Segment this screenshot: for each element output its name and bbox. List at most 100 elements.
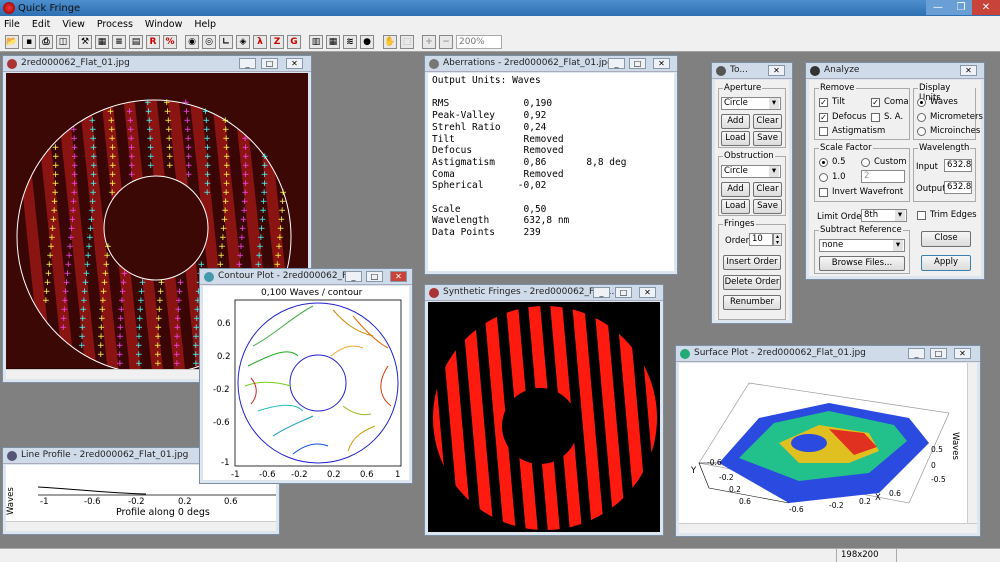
scale-10-radio[interactable] (819, 173, 828, 182)
analyze-panel[interactable]: Analyze ✕ Remove ✓ Tilt ✓ Coma ✓ Defocus… (805, 62, 985, 280)
menu-view[interactable]: View (62, 19, 85, 30)
minimize-icon[interactable]: _ (608, 58, 625, 69)
custom-radio[interactable] (861, 158, 870, 167)
defocus-checkbox[interactable]: ✓ (819, 113, 828, 122)
zoom-out-icon[interactable]: − (439, 35, 453, 49)
zoom-select[interactable]: 200% (456, 35, 502, 49)
g-icon[interactable]: G (287, 35, 301, 49)
wave-icon[interactable]: ≋ (343, 35, 357, 49)
insert-order-button[interactable]: Insert Order (723, 255, 781, 270)
fringe-point-marker: + (154, 359, 162, 369)
sphere-icon[interactable]: ● (360, 35, 374, 49)
coma-checkbox[interactable]: ✓ (871, 98, 880, 107)
input-wavelength-field[interactable]: 632.8 (944, 159, 972, 172)
lambda-icon[interactable]: λ (253, 35, 267, 49)
horizontal-scrollbar[interactable] (6, 521, 276, 531)
delete-order-button[interactable]: Delete Order (723, 275, 781, 290)
close-button[interactable]: Close (921, 231, 971, 247)
synthetic-fringes-window[interactable]: Synthetic Fringes - 2red000062_Flat... _… (424, 284, 664, 536)
browse-files-button[interactable]: Browse Files... (819, 256, 905, 271)
select-icon[interactable]: ⬚ (400, 35, 414, 49)
maximize-icon[interactable]: □ (615, 287, 632, 298)
close-icon[interactable]: ✕ (639, 287, 656, 298)
aberrations-window[interactable]: Aberrations - 2red000062_Flat_01.jpg _ □… (424, 55, 678, 275)
menu-process[interactable]: Process (97, 19, 133, 30)
maximize-icon[interactable]: □ (930, 348, 947, 359)
minimize-icon[interactable]: _ (239, 58, 256, 69)
close-icon[interactable]: ✕ (653, 58, 670, 69)
aperture-save-button[interactable]: Save (753, 131, 782, 146)
profile-icon[interactable]: ∟ (219, 35, 233, 49)
bars-icon[interactable]: ▦ (326, 35, 340, 49)
surface-plot-window[interactable]: Surface Plot - 2red000062_Flat_01.jpg _ … (675, 345, 981, 537)
contour-window[interactable]: Contour Plot - 2red000062_F... _ □ ✕ 0,1… (199, 268, 413, 484)
limit-order-select[interactable]: 8th (861, 209, 907, 222)
print-icon[interactable]: ⎙ (39, 35, 53, 49)
aperture-load-button[interactable]: Load (721, 131, 750, 146)
microinches-radio[interactable] (917, 127, 926, 136)
obstruction-save-button[interactable]: Save (753, 199, 782, 214)
obstruction-select[interactable]: Circle (721, 165, 781, 178)
analyze-icon[interactable]: ◉ (185, 35, 199, 49)
invert-wavefront-checkbox[interactable] (819, 188, 828, 197)
subtract-reference-select[interactable]: none (819, 239, 905, 252)
waves-radio[interactable] (917, 98, 926, 107)
renumber-button[interactable]: Renumber (723, 295, 781, 310)
open-icon[interactable]: 📂 (5, 35, 19, 49)
interferogram-icon[interactable]: ▥ (309, 35, 323, 49)
horizontal-scrollbar[interactable] (679, 523, 977, 533)
window-caption: 2red000062_Flat_01.jpg _ □ ✕ (3, 56, 311, 72)
scale-05-radio[interactable] (819, 158, 828, 167)
close-icon[interactable]: ✕ (972, 0, 1000, 15)
close-icon[interactable]: ✕ (954, 348, 971, 359)
astigmatism-checkbox[interactable] (819, 127, 828, 136)
order-spinner[interactable]: ▴ ▾ (773, 233, 782, 246)
aperture-add-button[interactable]: Add (721, 114, 750, 129)
z-icon[interactable]: Z (270, 35, 284, 49)
obstruction-clear-button[interactable]: Clear (753, 182, 782, 197)
maximize-icon[interactable]: ❐ (950, 0, 972, 15)
menu-help[interactable]: Help (194, 19, 216, 30)
percent-icon[interactable]: % (163, 35, 177, 49)
maximize-icon[interactable]: □ (366, 271, 383, 282)
vertical-scrollbar[interactable] (967, 363, 977, 523)
menu-file[interactable]: File (4, 19, 20, 30)
custom-scale-input[interactable]: 2 (861, 170, 905, 183)
micrometers-radio[interactable] (917, 113, 926, 122)
minimize-icon[interactable]: _ (908, 348, 925, 359)
maximize-icon[interactable]: □ (629, 58, 646, 69)
minimize-icon[interactable]: — (926, 0, 950, 15)
menu-edit[interactable]: Edit (32, 19, 50, 30)
minimize-icon[interactable]: _ (593, 287, 610, 298)
order-input[interactable]: 10 (749, 233, 773, 246)
fringe-icon[interactable]: ≡ (112, 35, 126, 49)
output-wavelength-field[interactable]: 632.8 (944, 181, 972, 194)
tools-panel[interactable]: To... ✕ Aperture Circle Add Clear Load S… (711, 62, 793, 324)
tools-icon[interactable]: ⚒ (78, 35, 92, 49)
aperture-select[interactable]: Circle (721, 97, 781, 110)
apply-button[interactable]: Apply (921, 255, 971, 271)
close-icon[interactable]: ✕ (768, 65, 785, 76)
minimize-icon[interactable]: _ (345, 271, 362, 282)
surface-icon[interactable]: ◈ (236, 35, 250, 49)
contour-icon[interactable]: ◎ (202, 35, 216, 49)
menu-window[interactable]: Window (145, 19, 182, 30)
numbers-icon[interactable]: ▤ (129, 35, 143, 49)
obstruction-load-button[interactable]: Load (721, 199, 750, 214)
close-icon[interactable]: ✕ (286, 58, 303, 69)
tilt-checkbox[interactable]: ✓ (819, 98, 828, 107)
trim-edges-checkbox[interactable] (917, 211, 926, 220)
hand-icon[interactable]: ✋ (383, 35, 397, 49)
save-icon[interactable]: ▪ (22, 35, 36, 49)
maximize-icon[interactable]: □ (261, 58, 278, 69)
sa-checkbox[interactable] (871, 113, 880, 122)
window-icon (429, 288, 439, 298)
zoom-in-icon[interactable]: + (422, 35, 436, 49)
preview-icon[interactable]: ◫ (56, 35, 70, 49)
grid-icon[interactable]: ▦ (95, 35, 109, 49)
aperture-clear-button[interactable]: Clear (753, 114, 782, 129)
close-icon[interactable]: ✕ (960, 65, 977, 76)
r-icon[interactable]: R (146, 35, 160, 49)
close-icon[interactable]: ✕ (390, 271, 407, 282)
obstruction-add-button[interactable]: Add (721, 182, 750, 197)
